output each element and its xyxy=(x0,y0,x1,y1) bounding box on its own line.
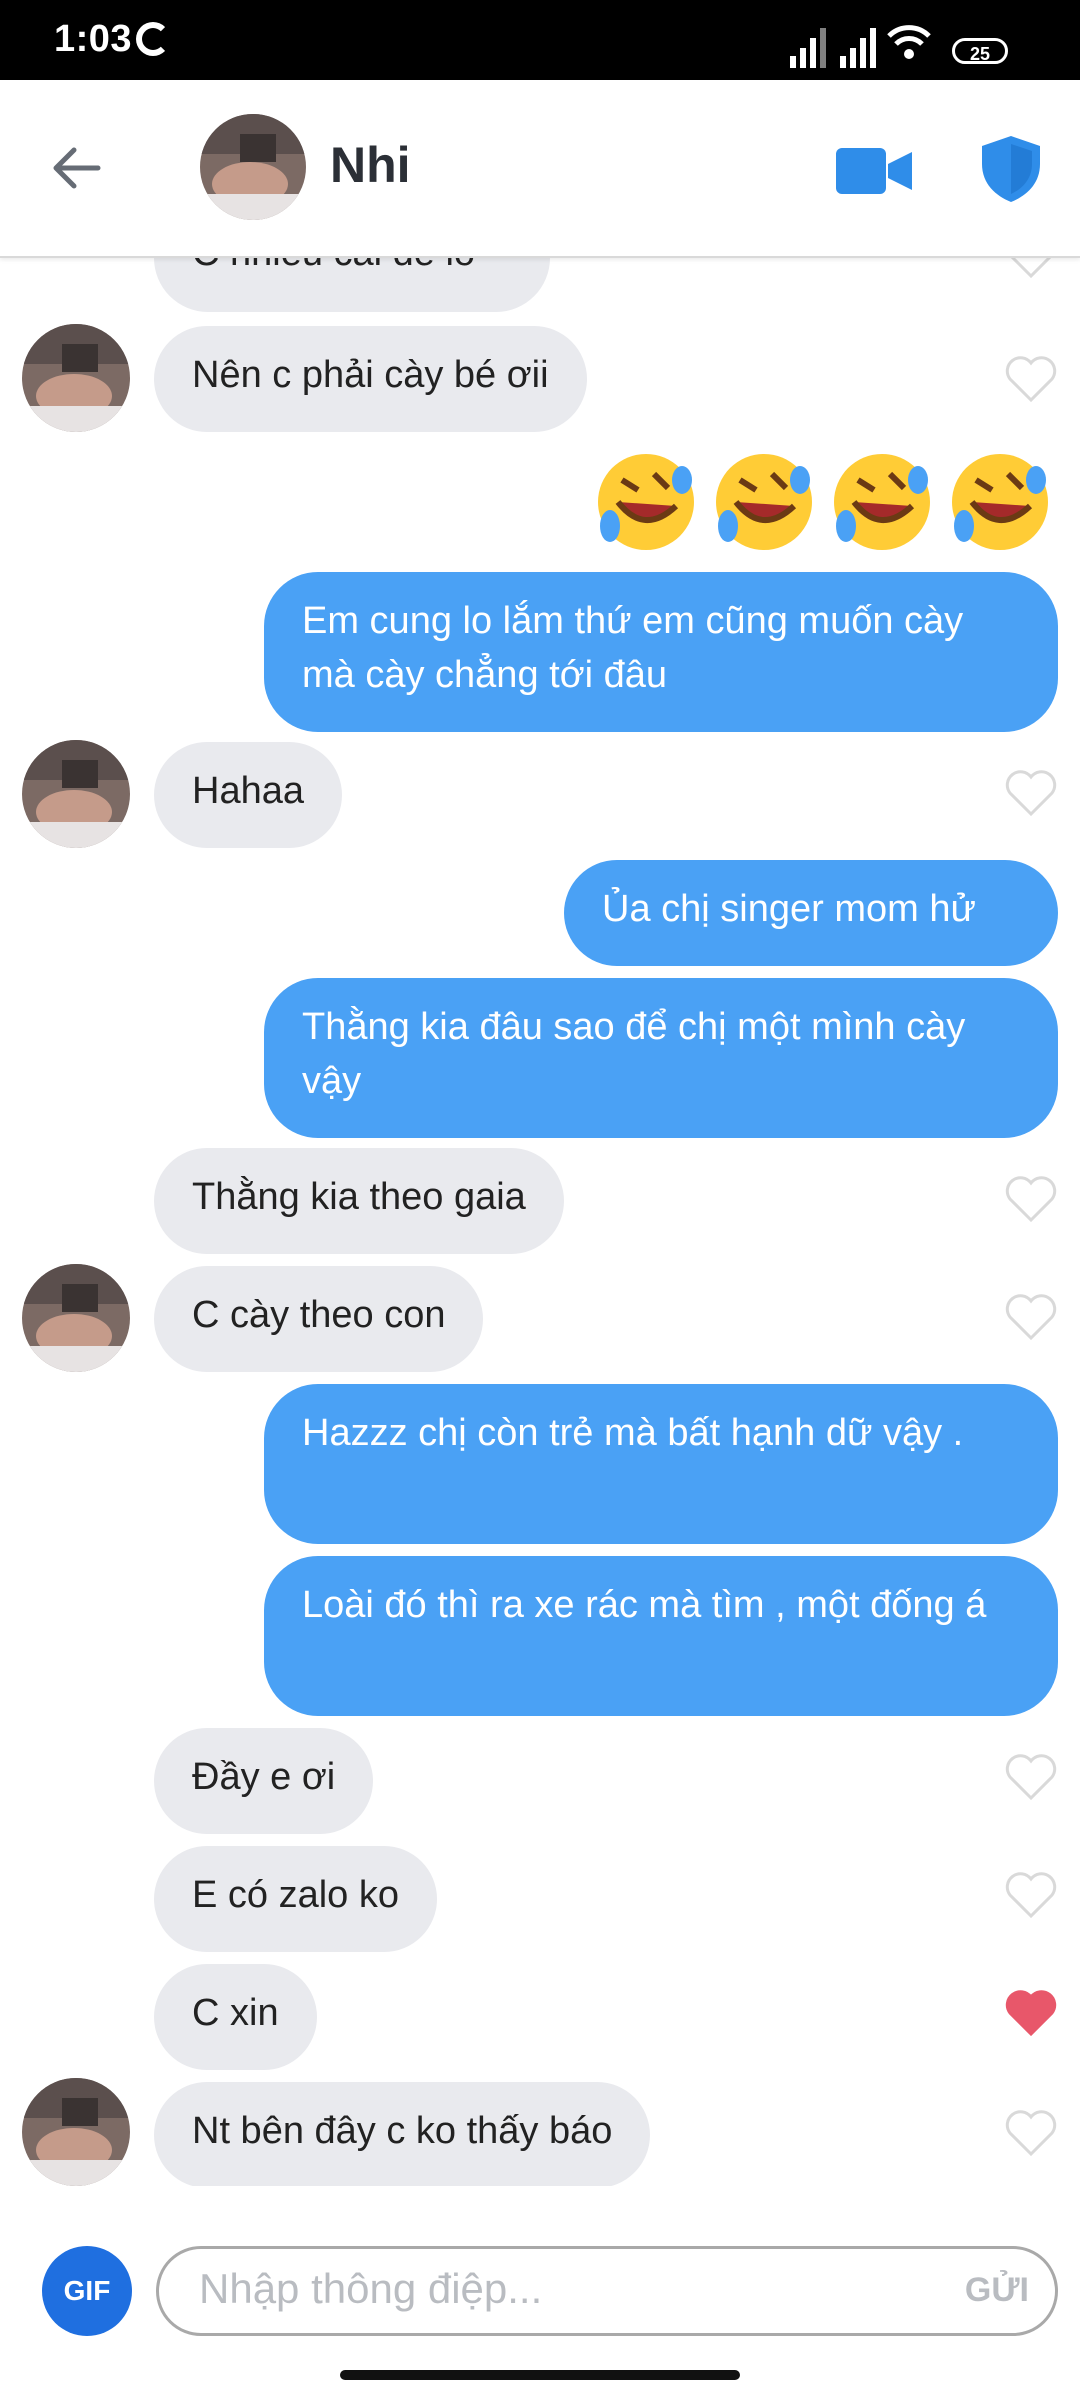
message-composer: GIF Nhập thông điệp... GỬI xyxy=(0,2186,1080,2400)
message-text: Nên c phải cày bé ơii xyxy=(192,354,549,396)
message-bubble-outgoing: Hazzz chị còn trẻ mà bất hạnh dữ vậy . xyxy=(264,1384,1058,1544)
sync-icon xyxy=(136,22,170,56)
battery-level: 25 xyxy=(969,44,991,64)
rolling-laughing-emoji-icon xyxy=(952,454,1048,550)
message-bubble-incoming: E có zalo ko xyxy=(154,1846,437,1952)
heart-outline-icon[interactable] xyxy=(1004,1870,1058,1920)
video-camera-icon[interactable] xyxy=(836,146,912,196)
wifi-icon xyxy=(887,25,931,59)
message-list[interactable]: C nhiều cái để lo Nên c phải cày bé ơii … xyxy=(0,256,1080,2186)
message-text: Nt bên đây c ko thấy báo xyxy=(192,2110,613,2152)
gif-button[interactable]: GIF xyxy=(42,2246,132,2336)
heart-outline-icon[interactable] xyxy=(1004,1174,1058,1224)
signal-icon-2 xyxy=(840,24,880,68)
message-bubble-outgoing: Em cung lo lắm thứ em cũng muốn cày mà c… xyxy=(264,572,1058,732)
heart-filled-icon[interactable] xyxy=(1004,1988,1058,2038)
heart-outline-icon[interactable] xyxy=(1004,2108,1058,2158)
heart-outline-icon[interactable] xyxy=(1004,1292,1058,1342)
shield-icon[interactable] xyxy=(982,136,1040,202)
status-time: 1:03 xyxy=(54,18,133,60)
message-bubble-incoming: Hahaa xyxy=(154,742,342,848)
message-text: C nhiều cái để lo xyxy=(192,256,475,274)
chat-header: Nhi xyxy=(0,80,1080,258)
contact-name: Nhi xyxy=(330,137,411,193)
rolling-laughing-emoji-icon xyxy=(834,454,930,550)
message-bubble-outgoing: Ủa chị singer mom hử xyxy=(564,860,1058,966)
message-text: Đầy e ơi xyxy=(192,1756,336,1798)
signal-icon xyxy=(790,24,830,68)
status-bar: 1:03 25 xyxy=(0,0,1080,80)
sender-avatar[interactable] xyxy=(22,1264,130,1372)
message-bubble-incoming: C nhiều cái để lo xyxy=(154,256,550,312)
message-text: Thằng kia đâu sao để chị một mình cày vậ… xyxy=(302,1006,966,1102)
message-bubble-outgoing: Thằng kia đâu sao để chị một mình cày vậ… xyxy=(264,978,1058,1138)
message-text: Loài đó thì ra xe rác mà tìm , một đống … xyxy=(302,1584,987,1626)
message-input[interactable]: Nhập thông điệp... GỬI xyxy=(156,2246,1058,2336)
arrow-left-icon[interactable] xyxy=(48,140,104,196)
message-bubble-incoming: Đầy e ơi xyxy=(154,1728,374,1834)
sender-avatar[interactable] xyxy=(22,740,130,848)
message-input-placeholder: Nhập thông điệp... xyxy=(199,2265,543,2312)
message-bubble-incoming: Nt bên đây c ko thấy báo xyxy=(154,2082,651,2186)
message-text: Hahaa xyxy=(192,770,304,812)
message-text: Ủa chị singer mom hử xyxy=(602,888,976,930)
rolling-laughing-emoji-icon xyxy=(598,454,694,550)
sender-avatar[interactable] xyxy=(22,2078,130,2186)
message-text: C xin xyxy=(192,1992,279,2034)
heart-outline-icon[interactable] xyxy=(1004,1752,1058,1802)
heart-outline-icon[interactable] xyxy=(1004,256,1058,280)
message-text: C cày theo con xyxy=(192,1294,446,1336)
rolling-laughing-emoji-icon xyxy=(716,454,812,550)
message-text: Em cung lo lắm thứ em cũng muốn cày mà c… xyxy=(302,600,964,696)
heart-outline-icon[interactable] xyxy=(1004,768,1058,818)
message-bubble-incoming: Thằng kia theo gaia xyxy=(154,1148,564,1254)
message-text: E có zalo ko xyxy=(192,1874,399,1916)
message-bubble-incoming: C xin xyxy=(154,1964,317,2070)
home-indicator[interactable] xyxy=(340,2370,740,2380)
send-button[interactable]: GỬI xyxy=(965,2271,1029,2310)
contact-avatar[interactable] xyxy=(200,114,306,220)
sender-avatar[interactable] xyxy=(22,324,130,432)
message-bubble-incoming: C cày theo con xyxy=(154,1266,484,1372)
message-bubble-incoming: Nên c phải cày bé ơii xyxy=(154,326,587,432)
message-bubble-outgoing: Loài đó thì ra xe rác mà tìm , một đống … xyxy=(264,1556,1058,1716)
message-text: Thằng kia theo gaia xyxy=(192,1176,526,1218)
battery-icon: 25 xyxy=(952,38,1008,64)
message-text: Hazzz chị còn trẻ mà bất hạnh dữ vậy . xyxy=(302,1412,964,1454)
heart-outline-icon[interactable] xyxy=(1004,354,1058,404)
